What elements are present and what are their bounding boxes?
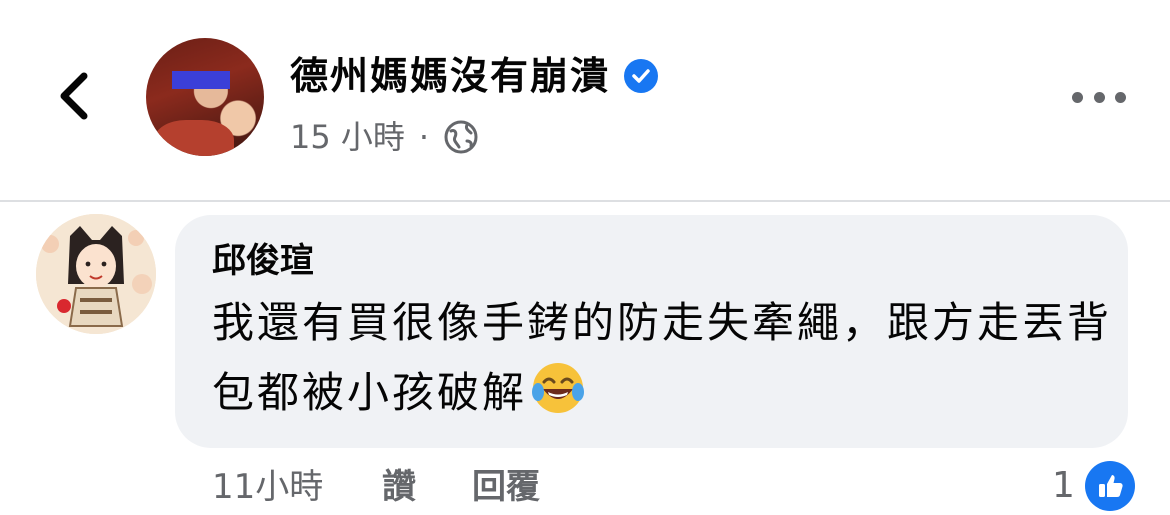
meta-separator: ·	[418, 118, 430, 156]
more-dot-icon	[1093, 91, 1105, 103]
chevron-left-icon	[60, 72, 88, 120]
page-name-row: 德州媽媽沒有崩潰	[290, 48, 659, 104]
comment-author[interactable]: 邱俊瑄	[212, 236, 314, 286]
avatar-eye-bar	[172, 71, 230, 89]
more-dot-icon	[1115, 91, 1126, 103]
page-avatar[interactable]	[146, 38, 264, 156]
reaction-count: 1	[1052, 465, 1075, 506]
reaction-summary[interactable]: 1	[1052, 458, 1135, 514]
more-options-button[interactable]	[1072, 84, 1126, 110]
back-button[interactable]	[44, 64, 104, 128]
page-name[interactable]: 德州媽媽沒有崩潰	[290, 48, 610, 104]
more-dot-icon	[1072, 91, 1083, 103]
comment-time[interactable]: 11小時	[212, 464, 382, 510]
post-time[interactable]: 15 小時	[290, 114, 405, 160]
cartoon-girl-icon	[36, 214, 156, 334]
comment-actions: 11小時 讚 回覆	[212, 464, 540, 510]
commenter-avatar[interactable]	[36, 214, 156, 334]
post-meta: 15 小時 ·	[290, 114, 479, 160]
comment-text: 我還有買很像手銬的防走失牽繩，跟方走丟背包都被小孩破解	[212, 298, 1113, 417]
reply-button[interactable]: 回覆	[472, 464, 540, 510]
divider	[0, 200, 1170, 202]
like-button[interactable]: 讚	[382, 464, 472, 510]
comment-body: 我還有買很像手銬的防走失牽繩，跟方走丟背包都被小孩破解	[212, 288, 1112, 428]
face-with-tears-of-joy-icon	[532, 363, 585, 413]
verified-badge-icon	[624, 59, 659, 93]
avatar-robe	[154, 120, 234, 156]
like-icon	[1084, 461, 1135, 511]
globe-icon	[444, 120, 478, 154]
